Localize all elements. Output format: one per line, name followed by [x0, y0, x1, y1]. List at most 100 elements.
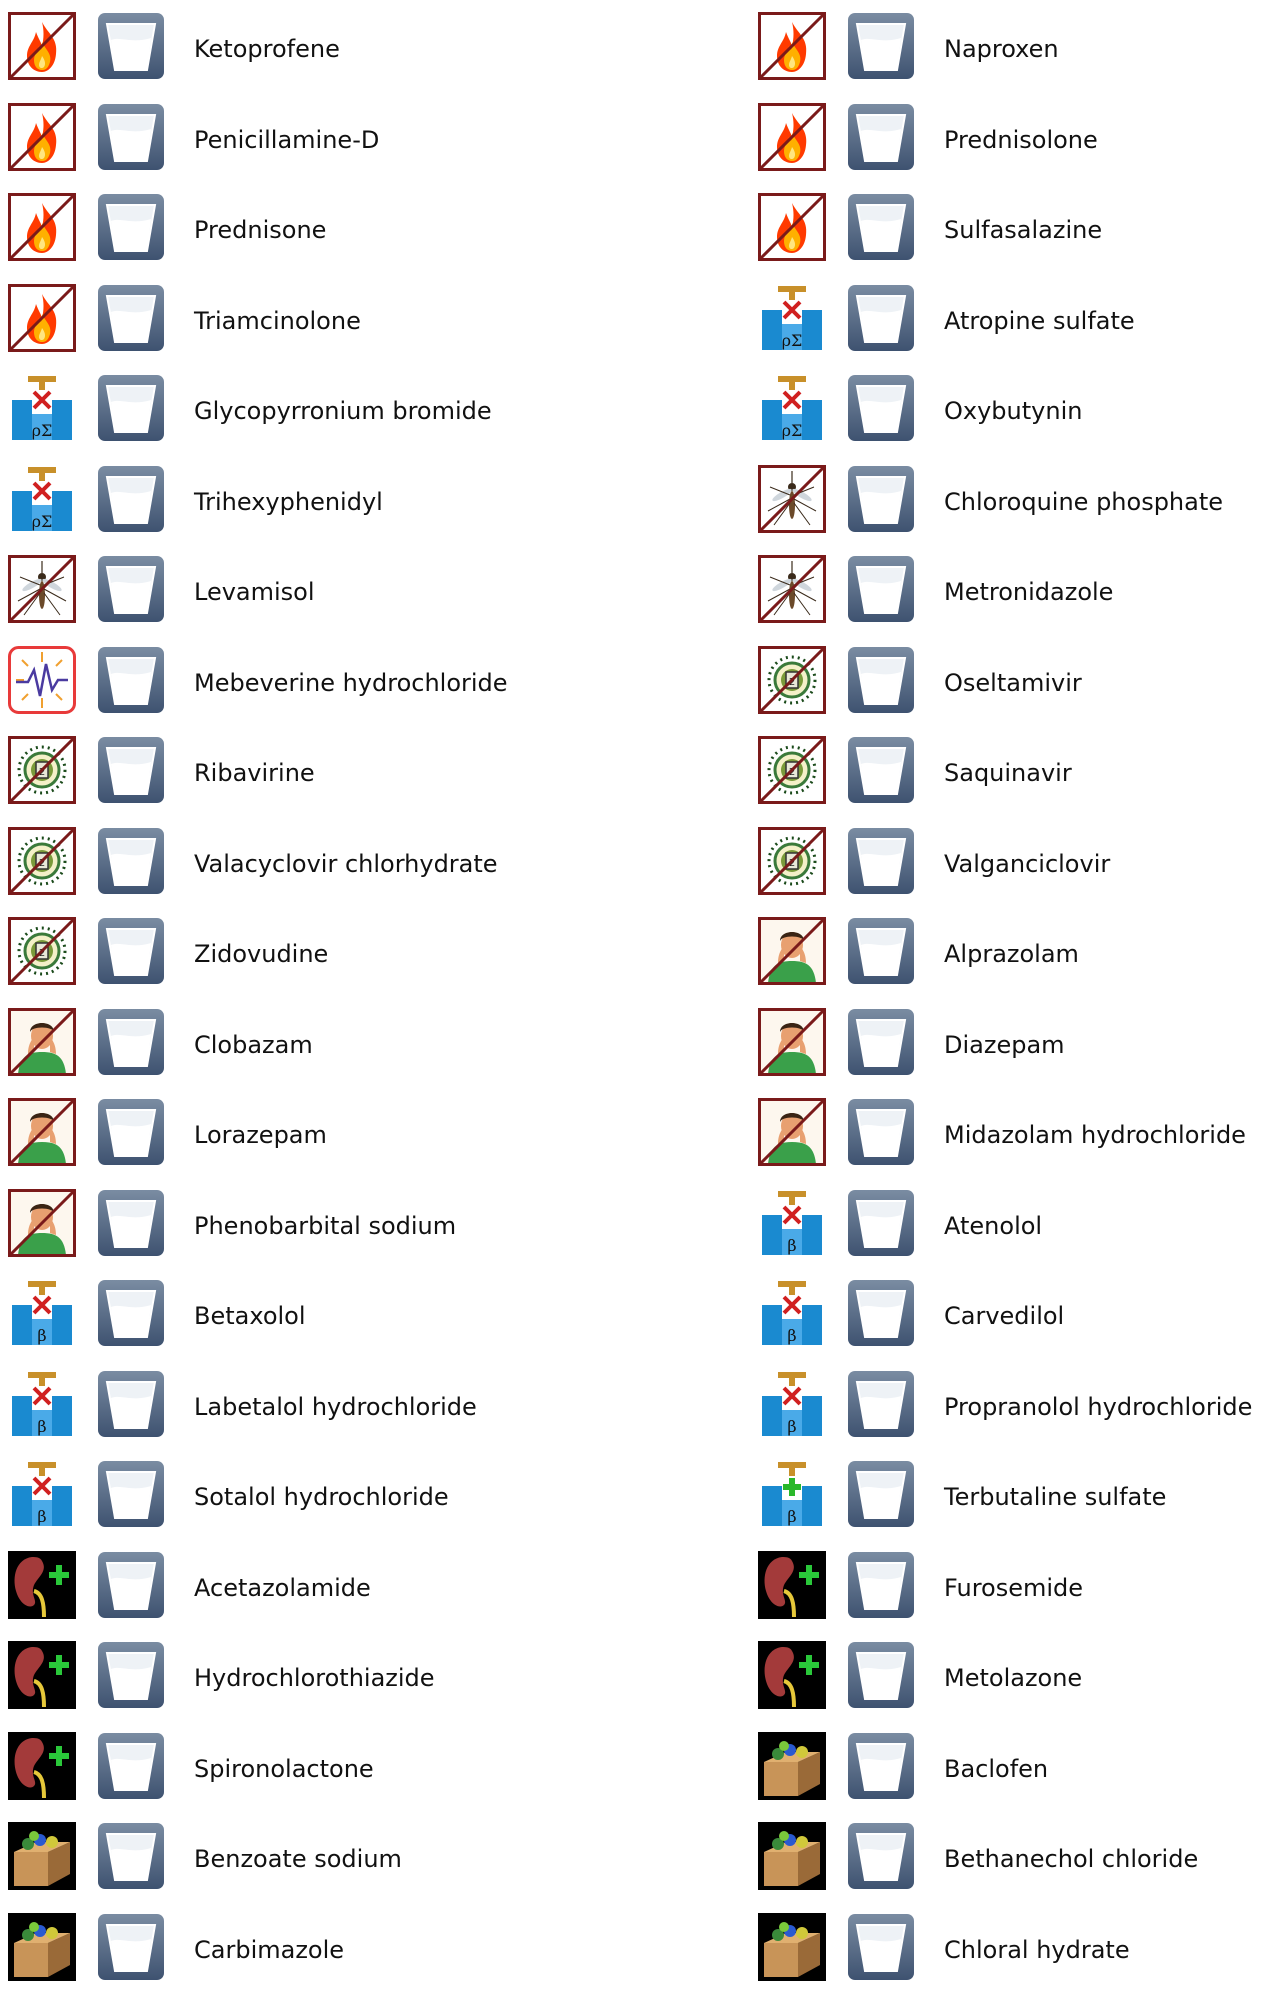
drug-item[interactable]: ρΣ Trihexyphenidyl	[8, 453, 508, 549]
drug-item[interactable]: Lorazepam	[8, 1086, 508, 1182]
valve-beta-plus-icon: β	[758, 1460, 826, 1528]
drug-item[interactable]: 2 Saquinavir	[758, 724, 1258, 820]
svg-text:β: β	[37, 1326, 46, 1345]
drug-name: Benzoate sodium	[194, 1845, 402, 1873]
water-glass-icon	[97, 1822, 165, 1890]
drug-item[interactable]: 2 Oseltamivir	[758, 634, 1258, 730]
svg-text:β: β	[787, 1417, 796, 1436]
drug-name: Penicillamine-D	[194, 125, 380, 154]
water-glass-icon	[97, 646, 165, 714]
water-glass-icon	[847, 1822, 915, 1890]
svg-text:ρΣ: ρΣ	[782, 421, 803, 440]
drug-name: Hydrochlorothiazide	[194, 1664, 435, 1692]
anxious-person-icon	[8, 1098, 76, 1166]
drug-item[interactable]: Prednisone	[8, 181, 508, 277]
drug-item[interactable]: Metronidazole	[758, 543, 1258, 639]
water-glass-icon	[847, 1098, 915, 1166]
drug-item[interactable]: Triamcinolone	[8, 272, 508, 368]
water-glass-icon	[97, 1008, 165, 1076]
drug-name: Saquinavir	[944, 759, 1072, 787]
drug-item[interactable]: 2 Ribavirine	[8, 724, 508, 820]
valve-beta-block-icon: β	[8, 1460, 76, 1528]
drug-item[interactable]: β Betaxolol	[8, 1267, 508, 1363]
water-glass-icon	[847, 1008, 915, 1076]
drug-item[interactable]: ρΣ Atropine sulfate	[758, 272, 1258, 368]
mosquito-icon	[8, 555, 76, 623]
drug-item[interactable]: Benzoate sodium	[8, 1810, 508, 1906]
drug-item[interactable]: Levamisol	[8, 543, 508, 639]
drug-item[interactable]: Bethanechol chloride	[758, 1810, 1258, 1906]
drug-item[interactable]: Ketoprofene	[8, 0, 508, 96]
drug-name: Alprazolam	[944, 940, 1079, 968]
drug-item[interactable]: Naproxen	[758, 0, 1258, 96]
virus-icon: 2	[758, 645, 826, 714]
drug-item[interactable]: Chloroquine phosphate	[758, 453, 1258, 549]
spasm-icon	[8, 645, 76, 714]
drug-item[interactable]: 2 Valacyclovir chlorhydrate	[8, 815, 508, 911]
water-glass-icon	[97, 1551, 165, 1619]
virus-icon: 2	[758, 826, 826, 895]
valve-rho-sigma-icon: ρΣ	[8, 464, 76, 533]
toolbox-icon	[758, 1912, 826, 1981]
kidney-icon	[758, 1641, 826, 1709]
drug-item[interactable]: Hydrochlorothiazide	[8, 1629, 508, 1725]
valve-rho-sigma-icon: ρΣ	[8, 374, 76, 442]
drug-name: Propranolol hydrochloride	[944, 1392, 1253, 1421]
valve-beta-block-icon: β	[758, 1369, 826, 1438]
water-glass-icon	[97, 1098, 165, 1166]
drug-item[interactable]: Phenobarbital sodium	[8, 1177, 508, 1273]
drug-item[interactable]: Diazepam	[758, 996, 1258, 1092]
svg-text:ρΣ: ρΣ	[782, 331, 803, 350]
anxious-person-icon	[758, 1098, 826, 1166]
water-glass-icon	[847, 1641, 915, 1709]
drug-name: Atenolol	[944, 1211, 1043, 1240]
mosquito-icon	[758, 464, 826, 533]
water-glass-icon	[847, 736, 915, 804]
water-glass-icon	[97, 374, 165, 442]
drug-item[interactable]: Mebeverine hydrochloride	[8, 634, 508, 730]
water-glass-icon	[847, 103, 915, 171]
svg-text:β: β	[787, 1236, 796, 1255]
water-glass-icon	[97, 103, 165, 171]
drug-item[interactable]: Baclofen	[758, 1720, 1258, 1816]
drug-item[interactable]: β Propranolol hydrochloride	[758, 1358, 1258, 1454]
drug-item[interactable]: ρΣ Glycopyrronium bromide	[8, 362, 508, 458]
drug-name: Phenobarbital sodium	[194, 1211, 457, 1240]
drug-item[interactable]: ρΣ Oxybutynin	[758, 362, 1258, 458]
drug-item[interactable]: Alprazolam	[758, 905, 1258, 1001]
drug-item[interactable]: β Sotalol hydrochloride	[8, 1448, 508, 1544]
drug-item[interactable]: β Labetalol hydrochloride	[8, 1358, 508, 1454]
valve-rho-sigma-icon: ρΣ	[758, 283, 826, 352]
drug-name: Bethanechol chloride	[944, 1845, 1199, 1873]
drug-item[interactable]: Prednisolone	[758, 91, 1258, 187]
drug-name: Chloroquine phosphate	[944, 487, 1224, 516]
fire-icon	[758, 193, 826, 261]
drug-item[interactable]: Metolazone	[758, 1629, 1258, 1725]
drug-item[interactable]: Penicillamine-D	[8, 91, 508, 187]
water-glass-icon	[847, 284, 915, 352]
valve-beta-block-icon: β	[758, 1279, 826, 1347]
drug-item[interactable]: β Atenolol	[758, 1177, 1258, 1273]
drug-item[interactable]: Clobazam	[8, 996, 508, 1092]
drug-item[interactable]: 2 Zidovudine	[8, 905, 508, 1001]
drug-name: Sotalol hydrochloride	[194, 1483, 449, 1511]
drug-name: Diazepam	[944, 1030, 1065, 1059]
drug-name: Zidovudine	[194, 940, 329, 968]
anxious-person-icon	[758, 917, 826, 985]
drug-item[interactable]: Furosemide	[758, 1539, 1258, 1635]
drug-item[interactable]: Chloral hydrate	[758, 1901, 1258, 1997]
svg-text:ρΣ: ρΣ	[32, 512, 53, 531]
drug-name: Carbimazole	[194, 1935, 345, 1964]
drug-name: Triamcinolone	[194, 306, 361, 335]
water-glass-icon	[97, 193, 165, 261]
drug-item[interactable]: Sulfasalazine	[758, 181, 1258, 277]
water-glass-icon	[97, 555, 165, 623]
drug-item[interactable]: 2 Valganciclovir	[758, 815, 1258, 911]
drug-item[interactable]: Acetazolamide	[8, 1539, 508, 1635]
drug-item[interactable]: Carbimazole	[8, 1901, 508, 1997]
drug-item[interactable]: Midazolam hydrochloride	[758, 1086, 1258, 1182]
drug-name: Ketoprofene	[194, 35, 340, 63]
drug-item[interactable]: Spironolactone	[8, 1720, 508, 1816]
drug-item[interactable]: β Terbutaline sulfate	[758, 1448, 1258, 1544]
drug-item[interactable]: β Carvedilol	[758, 1267, 1258, 1363]
